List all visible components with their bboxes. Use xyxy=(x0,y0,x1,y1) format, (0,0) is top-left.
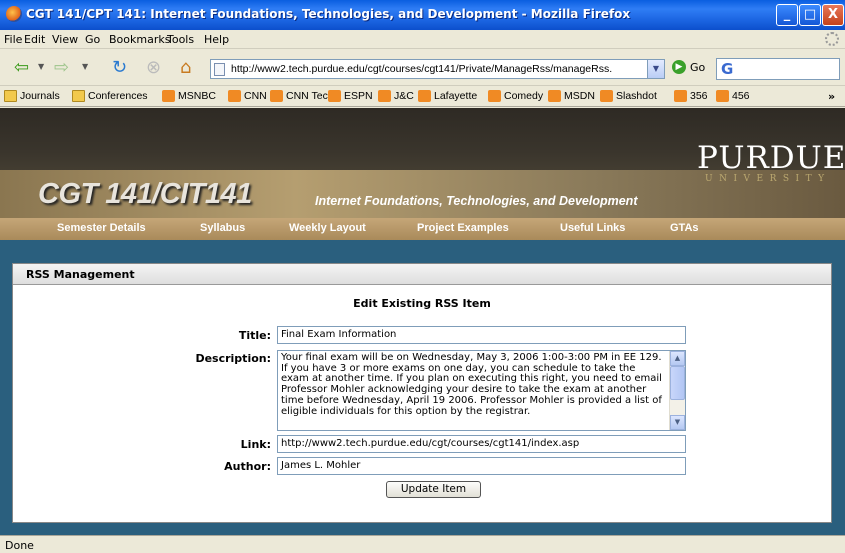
description-scrollbar[interactable]: ▲ ▼ xyxy=(669,351,685,430)
home-icon: ⌂ xyxy=(180,57,192,78)
bookmark-item[interactable]: MSDN xyxy=(564,90,595,102)
rss-icon xyxy=(600,90,613,102)
rss-icon xyxy=(716,90,729,102)
bookmarks-toolbar: Journals Conferences MSNBC CNN CNN Tech ESPN J… xyxy=(0,86,845,107)
stop-button[interactable]: ⊗ xyxy=(146,55,161,81)
form-title: Edit Existing RSS Item xyxy=(353,297,491,310)
bookmark-item[interactable]: ESPN xyxy=(344,90,373,102)
bookmark-item[interactable]: 456 xyxy=(732,90,750,102)
back-arrow-icon: ⇦ xyxy=(14,57,30,78)
bookmark-item[interactable]: Comedy xyxy=(504,90,543,102)
throbber-icon xyxy=(825,32,839,46)
menu-file[interactable]: File xyxy=(4,33,22,46)
bookmark-item[interactable]: Conferences xyxy=(88,90,148,102)
nav-useful-links[interactable]: Useful Links xyxy=(560,222,625,234)
bookmark-item[interactable]: Journals xyxy=(20,90,60,102)
description-text[interactable]: Your final exam will be on Wednesday, Ma… xyxy=(281,352,665,417)
title-label: Title: xyxy=(238,329,271,342)
reload-button[interactable]: ↻ xyxy=(112,55,127,81)
menu-go[interactable]: Go xyxy=(85,33,100,46)
purdue-logo[interactable]: PURDUE xyxy=(697,140,845,176)
nav-weekly-layout[interactable]: Weekly Layout xyxy=(289,222,366,234)
bookmark-item[interactable]: CNN xyxy=(244,90,267,102)
rss-icon xyxy=(548,90,561,102)
close-button[interactable]: X xyxy=(822,4,844,26)
navigation-toolbar: ⇦ ▼ ⇨ ▼ ↻ ⊗ ⌂ http://www2.tech.purdue.ed… xyxy=(0,50,845,86)
window-title: CGT 141/CPT 141: Internet Foundations, T… xyxy=(26,7,631,21)
firefox-icon xyxy=(6,6,22,22)
rss-management-panel: RSS Management Edit Existing RSS Item Ti… xyxy=(12,263,832,523)
bookmark-item[interactable]: Slashdot xyxy=(616,90,657,102)
stop-icon: ⊗ xyxy=(146,57,162,78)
rss-icon xyxy=(270,90,283,102)
rss-icon xyxy=(228,90,241,102)
author-label: Author: xyxy=(224,460,271,473)
nav-semester-details[interactable]: Semester Details xyxy=(57,222,146,234)
url-dropdown-icon[interactable]: ▼ xyxy=(647,60,664,78)
maximize-button[interactable]: □ xyxy=(799,4,821,26)
description-label: Description: xyxy=(195,352,271,365)
description-field[interactable]: Your final exam will be on Wednesday, Ma… xyxy=(277,350,686,431)
maximize-icon: □ xyxy=(803,7,817,22)
title-field[interactable]: Final Exam Information xyxy=(277,326,686,344)
menu-tools[interactable]: Tools xyxy=(167,33,194,46)
rss-icon xyxy=(488,90,501,102)
nav-gtas[interactable]: GTAs xyxy=(670,222,699,234)
forward-dropdown-icon[interactable]: ▼ xyxy=(82,62,88,71)
rss-icon xyxy=(328,90,341,102)
google-search-icon: G xyxy=(721,60,734,78)
bookmarks-more-icon[interactable]: » xyxy=(828,90,835,103)
minimize-icon: _ xyxy=(783,7,791,22)
forward-button[interactable]: ⇨ xyxy=(54,55,69,81)
bookmark-item[interactable]: CNN Tech xyxy=(286,90,334,102)
page-icon xyxy=(214,63,225,76)
update-item-button[interactable]: Update Item xyxy=(386,481,481,498)
folder-icon xyxy=(72,90,85,102)
author-field[interactable]: James L. Mohler xyxy=(277,457,686,475)
course-subtitle: Internet Foundations, Technologies, and … xyxy=(315,194,638,208)
bookmark-item[interactable]: MSNBC xyxy=(178,90,216,102)
home-button[interactable]: ⌂ xyxy=(180,55,191,81)
status-text: Done xyxy=(5,539,34,552)
url-bar[interactable]: http://www2.tech.purdue.edu/cgt/courses/… xyxy=(210,59,665,79)
menu-view[interactable]: View xyxy=(52,33,78,46)
menu-edit[interactable]: Edit xyxy=(24,33,45,46)
panel-header: RSS Management xyxy=(13,264,831,285)
rss-icon xyxy=(378,90,391,102)
close-icon: X xyxy=(827,7,839,22)
menu-help[interactable]: Help xyxy=(204,33,229,46)
url-text[interactable]: http://www2.tech.purdue.edu/cgt/courses/… xyxy=(231,63,629,75)
course-title: CGT 141/CIT141 xyxy=(38,178,252,210)
bookmark-item[interactable]: 356 xyxy=(690,90,708,102)
back-button[interactable]: ⇦ xyxy=(14,55,29,81)
purdue-logo-subtitle: UNIVERSITY xyxy=(705,174,831,184)
scroll-down-icon[interactable]: ▼ xyxy=(670,415,685,430)
forward-arrow-icon: ⇨ xyxy=(54,57,70,78)
minimize-button[interactable]: _ xyxy=(776,4,798,26)
menu-bar: File Edit View Go Bookmarks Tools Help xyxy=(0,30,845,49)
status-bar: Done xyxy=(0,535,845,553)
panel-heading: RSS Management xyxy=(26,268,135,281)
back-dropdown-icon[interactable]: ▼ xyxy=(38,62,44,71)
site-nav: Semester Details Syllabus Weekly Layout … xyxy=(0,218,845,240)
rss-icon xyxy=(674,90,687,102)
scroll-up-icon[interactable]: ▲ xyxy=(670,351,685,366)
rss-icon xyxy=(418,90,431,102)
rss-icon xyxy=(162,90,175,102)
bookmark-item[interactable]: Lafayette xyxy=(434,90,477,102)
search-input[interactable]: G xyxy=(716,58,840,80)
nav-syllabus[interactable]: Syllabus xyxy=(200,222,245,234)
page-content: PURDUE UNIVERSITY CGT 141/CIT141 Interne… xyxy=(0,108,845,535)
window-title-bar[interactable]: CGT 141/CPT 141: Internet Foundations, T… xyxy=(0,0,845,30)
link-label: Link: xyxy=(240,438,271,451)
link-field[interactable]: http://www2.tech.purdue.edu/cgt/courses/… xyxy=(277,435,686,453)
nav-project-examples[interactable]: Project Examples xyxy=(417,222,509,234)
reload-icon: ↻ xyxy=(112,57,128,78)
go-icon[interactable]: ▶ xyxy=(672,60,686,74)
go-button[interactable]: Go xyxy=(690,61,705,74)
folder-icon xyxy=(4,90,17,102)
menu-bookmarks[interactable]: Bookmarks xyxy=(109,33,170,46)
bookmark-item[interactable]: J&C xyxy=(394,90,414,102)
scroll-thumb[interactable] xyxy=(670,366,685,400)
